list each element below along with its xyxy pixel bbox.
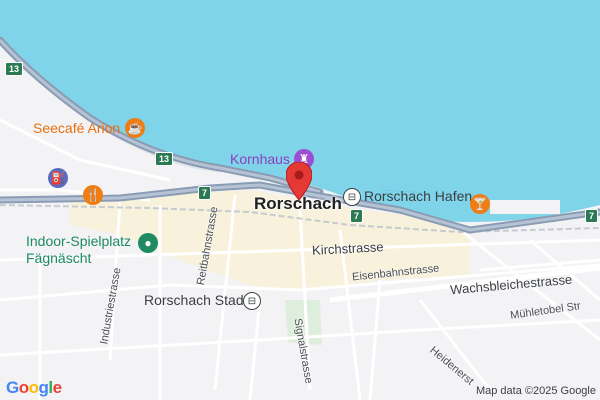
poi-rorschach-stadt-label[interactable]: Rorschach Stadt [144,292,248,308]
route-7-shield: 7 [198,186,212,200]
train-station-icon[interactable]: ⊟ [243,292,261,310]
cocktail-icon[interactable]: 🍸 [470,194,490,214]
route-13-shield: 13 [155,152,174,166]
restaurant-icon[interactable]: 🍴 [83,185,103,205]
map-pin-icon[interactable] [285,161,313,205]
google-logo: Google [6,378,62,397]
poi-indoor-spielplatz-label[interactable]: Indoor-Spielplatz Fägnäscht [26,233,131,267]
fuel-icon[interactable]: ⛽ [48,168,68,188]
train-icon[interactable]: ⊟ [343,188,361,206]
route-7-shield: 7 [350,209,364,223]
route-7-shield: 7 [585,209,599,223]
map-attribution: Map data ©2025 Google [475,385,596,397]
poi-kornhaus-label[interactable]: Kornhaus [230,151,290,167]
poi-rorschach-hafen-label[interactable]: Rorschach Hafen [364,188,472,204]
coffee-icon[interactable]: ☕ [125,118,145,138]
poi-seecafe-arion-label[interactable]: Seecafé Arion [33,120,120,136]
park-icon[interactable]: ● [138,233,158,253]
map-view[interactable]: 13 13 7 7 7 Seecafé Arion ☕ Kornhaus ♜ ⊟… [0,0,600,400]
route-13-shield: 13 [5,62,24,76]
